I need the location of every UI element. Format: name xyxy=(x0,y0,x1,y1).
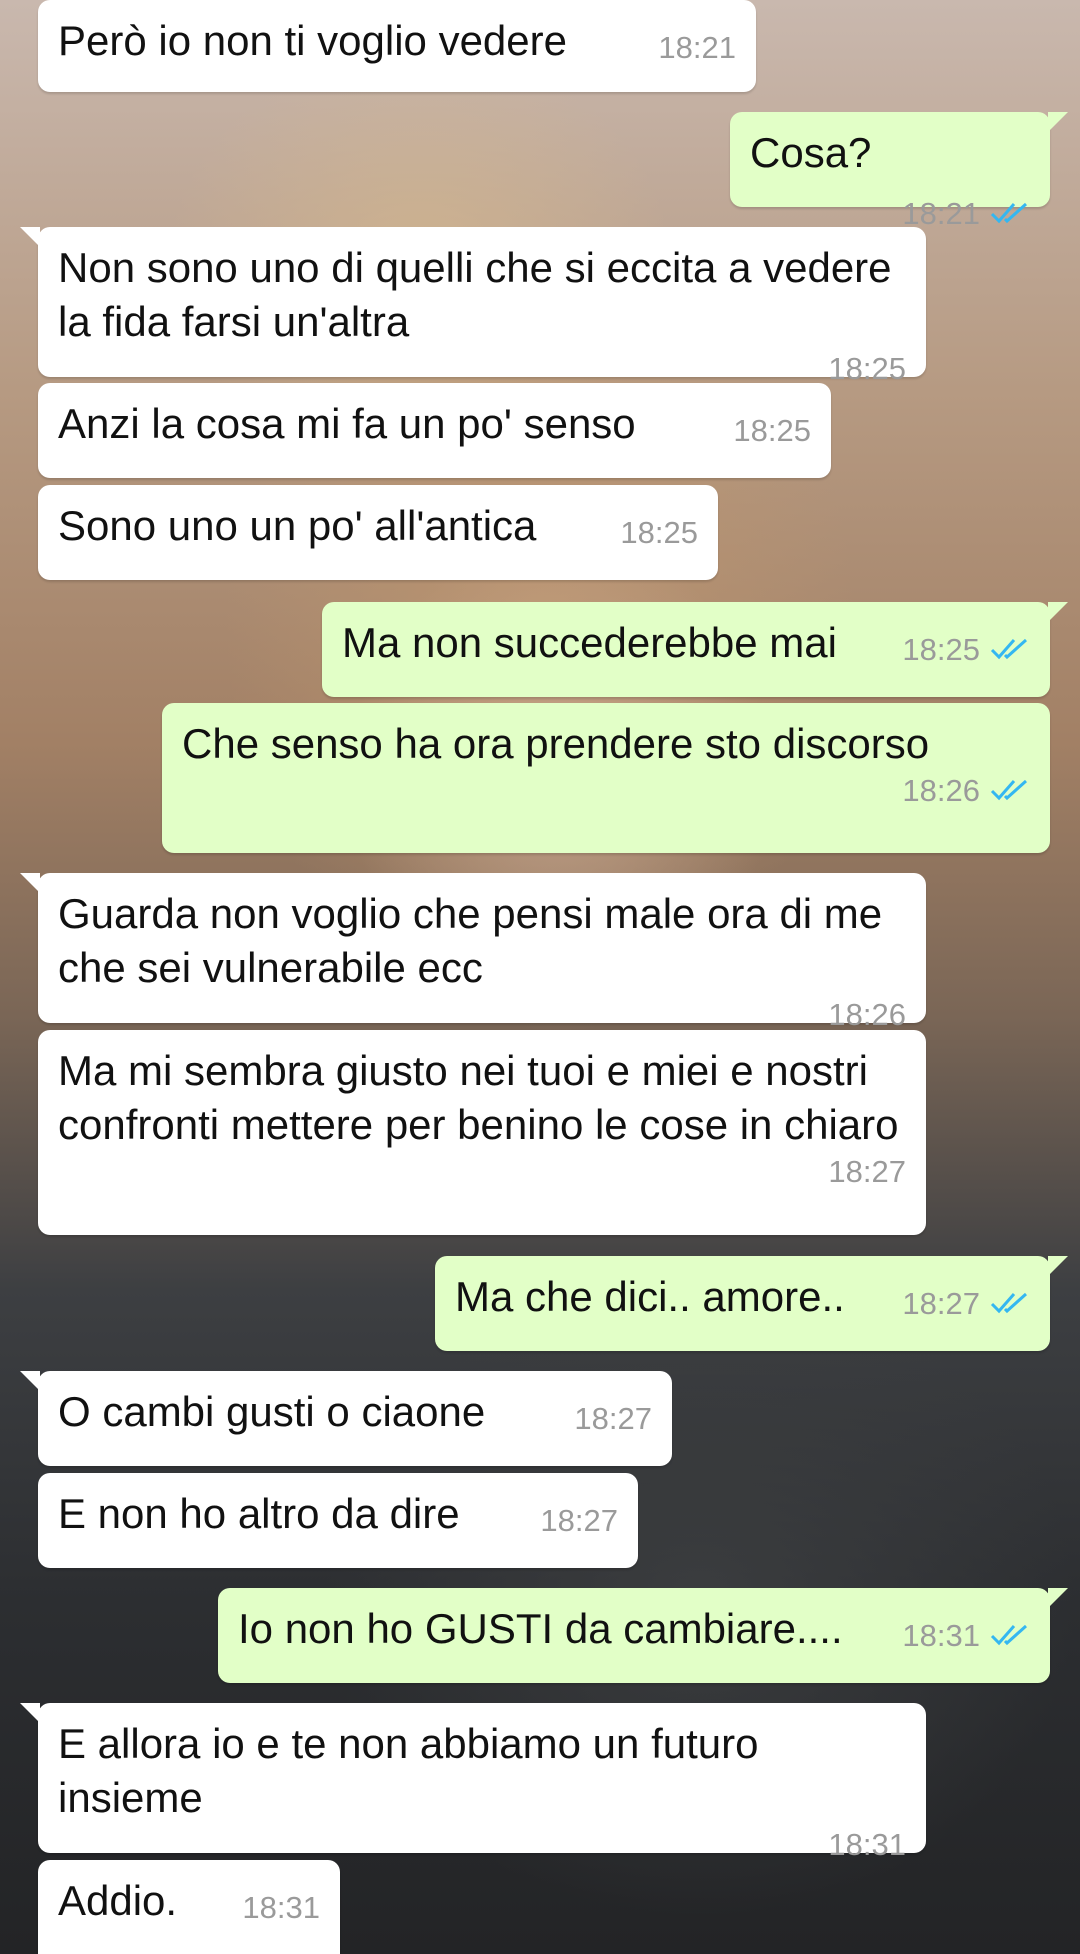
chat-area: Però io non ti voglio vedere 18:21 Cosa?… xyxy=(0,0,1080,1954)
message-bubble-incoming[interactable]: O cambi gusti o ciaone 18:27 xyxy=(20,1371,672,1466)
double-check-icon xyxy=(990,1624,1028,1646)
message-time: 18:31 xyxy=(828,1827,906,1862)
message-meta: 18:25 xyxy=(902,630,1030,670)
double-check-icon xyxy=(990,202,1028,224)
message-text: Sono uno un po' all'antica xyxy=(58,502,537,549)
message-text: Non sono uno di quelli che si eccita a v… xyxy=(58,244,892,345)
message-bubble-incoming[interactable]: Non sono uno di quelli che si eccita a v… xyxy=(20,227,926,386)
message-meta: 18:25 xyxy=(733,411,811,451)
message-bubble-incoming[interactable]: E non ho altro da dire 18:27 xyxy=(38,1473,638,1568)
message-bubble-incoming[interactable]: Ma mi sembra giusto nei tuoi e miei e no… xyxy=(38,1030,926,1235)
message-bubble-incoming[interactable]: Guarda non voglio che pensi male ora di … xyxy=(20,873,926,1032)
message-bubble-outgoing[interactable]: Che senso ha ora prendere sto discorso 1… xyxy=(162,703,1050,853)
message-meta: 18:26 xyxy=(182,771,1030,811)
message-meta: 18:27 xyxy=(574,1399,652,1439)
message-bubble-incoming[interactable]: Sono uno un po' all'antica 18:25 xyxy=(38,485,718,580)
message-time: 18:21 xyxy=(902,196,980,231)
message-meta: 18:31 xyxy=(242,1888,320,1928)
message-time: 18:26 xyxy=(902,773,980,808)
message-meta: 18:21 xyxy=(658,28,736,68)
message-time: 18:27 xyxy=(540,1503,618,1538)
message-time: 18:21 xyxy=(658,30,736,65)
message-text: Che senso ha ora prendere sto discorso xyxy=(182,720,930,767)
message-meta: 18:31 xyxy=(58,1825,906,1865)
message-time: 18:27 xyxy=(902,1286,980,1321)
message-time: 18:31 xyxy=(242,1890,320,1925)
message-time: 18:25 xyxy=(733,413,811,448)
message-text: Io non ho GUSTI da cambiare.... xyxy=(238,1605,843,1652)
message-meta: 18:26 xyxy=(58,995,906,1035)
message-bubble-incoming[interactable]: E allora io e te non abbiamo un futuro i… xyxy=(20,1703,926,1862)
double-check-icon xyxy=(990,779,1028,801)
double-check-icon xyxy=(990,638,1028,660)
message-meta: 18:27 xyxy=(540,1501,618,1541)
message-text: Ma che dici.. amore.. xyxy=(455,1273,845,1320)
message-meta: 18:27 xyxy=(58,1152,906,1192)
message-text: Guarda non voglio che pensi male ora di … xyxy=(58,890,883,991)
message-bubble-incoming[interactable]: Anzi la cosa mi fa un po' senso 18:25 xyxy=(38,383,831,478)
message-text: O cambi gusti o ciaone xyxy=(58,1388,486,1435)
message-meta: 18:21 xyxy=(902,194,1030,234)
message-bubble-incoming[interactable]: Però io non ti voglio vedere 18:21 xyxy=(38,0,756,92)
message-text: E allora io e te non abbiamo un futuro i… xyxy=(58,1720,759,1821)
message-bubble-outgoing[interactable]: Ma non succederebbe mai 18:25 xyxy=(322,602,1068,697)
message-time: 18:25 xyxy=(828,351,906,386)
message-bubble-outgoing[interactable]: Ma che dici.. amore.. 18:27 xyxy=(435,1256,1068,1351)
message-text: Addio. xyxy=(58,1877,178,1924)
message-time: 18:25 xyxy=(902,632,980,667)
message-text: E non ho altro da dire xyxy=(58,1490,460,1537)
message-meta: 18:25 xyxy=(620,513,698,553)
message-bubble-outgoing[interactable]: Cosa? 18:21 xyxy=(730,112,1068,231)
message-time: 18:25 xyxy=(620,515,698,550)
message-time: 18:26 xyxy=(828,997,906,1032)
message-time: 18:31 xyxy=(902,1618,980,1653)
message-meta: 18:31 xyxy=(902,1616,1030,1656)
message-time: 18:27 xyxy=(574,1401,652,1436)
message-meta: 18:27 xyxy=(902,1284,1030,1324)
message-text: Ma non succederebbe mai xyxy=(342,619,837,666)
message-bubble-outgoing[interactable]: Io non ho GUSTI da cambiare.... 18:31 xyxy=(218,1588,1068,1683)
message-time: 18:27 xyxy=(828,1154,906,1189)
message-text: Però io non ti voglio vedere xyxy=(58,17,567,64)
message-bubble-incoming[interactable]: Addio. 18:31 xyxy=(38,1860,340,1954)
message-text: Anzi la cosa mi fa un po' senso xyxy=(58,400,636,447)
message-text: Ma mi sembra giusto nei tuoi e miei e no… xyxy=(58,1047,899,1148)
double-check-icon xyxy=(990,1292,1028,1314)
message-text: Cosa? xyxy=(750,129,872,176)
